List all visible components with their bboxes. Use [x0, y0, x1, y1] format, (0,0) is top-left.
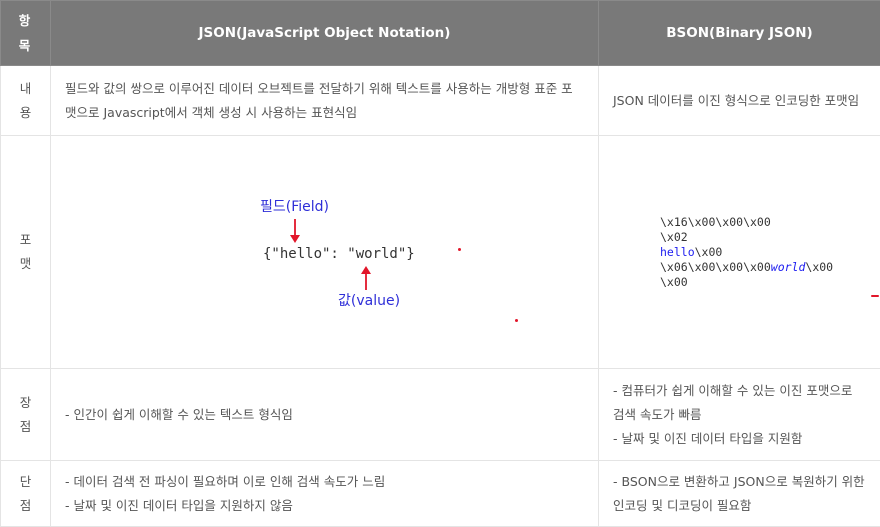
cons-bson: - BSON으로 변환하고 JSON으로 복원하기 위한 인코딩 및 디코딩이 …	[599, 461, 880, 527]
comparison-table: 항 목 JSON(JavaScript Object Notation) BSO…	[0, 0, 880, 527]
header-item: 항 목	[1, 1, 51, 66]
cons-json-line: - 날짜 및 이진 데이터 타입을 지원하지 않음	[65, 494, 584, 518]
cons-json: - 데이터 검색 전 파싱이 필요하며 이로 인해 검색 속도가 느림 - 날짜…	[51, 461, 599, 527]
cons-json-line: - 데이터 검색 전 파싱이 필요하며 이로 인해 검색 속도가 느림	[65, 470, 584, 494]
header-item-char-2: 목	[1, 33, 50, 58]
field-label: 필드(Field)	[260, 196, 329, 216]
red-dot	[458, 248, 461, 251]
header-row: 항 목 JSON(JavaScript Object Notation) BSO…	[1, 1, 880, 66]
pros-bson-line: - 날짜 및 이진 데이터 타입을 지원함	[613, 427, 866, 451]
bson-line: \x00	[660, 275, 833, 290]
row-label-cons: 단 점	[1, 461, 51, 527]
row-cons: 단 점 - 데이터 검색 전 파싱이 필요하며 이로 인해 검색 속도가 느림 …	[1, 461, 880, 527]
bson-line: hello\x00	[660, 245, 833, 260]
format-json: 필드(Field) {"hello": "world"} 값(value)	[51, 136, 599, 369]
bson-code: \x16\x00\x00\x00 \x02 hello\x00 \x06\x00…	[660, 215, 833, 290]
value-label: 값(value)	[338, 290, 400, 310]
pros-bson-line: - 컴퓨터가 쉽게 이해할 수 있는 이진 포맷으로 검색 속도가 빠름	[613, 379, 866, 427]
row-label-char: 용	[1, 101, 50, 125]
pros-json-line: - 인간이 쉽게 이해할 수 있는 텍스트 형식임	[65, 403, 584, 427]
row-format: 포 맷 필드(Field) {"hello": "world"} 값(value…	[1, 136, 880, 369]
row-label-char: 점	[1, 494, 50, 518]
bson-line: \x16\x00\x00\x00	[660, 215, 833, 230]
bson-bytes: \x00	[695, 245, 723, 259]
pros-json: - 인간이 쉽게 이해할 수 있는 텍스트 형식임	[51, 369, 599, 461]
content-json: 필드와 값의 쌍으로 이루어진 데이터 오브젝트를 전달하기 위해 텍스트를 사…	[51, 66, 599, 136]
header-item-char-1: 항	[1, 8, 50, 33]
cons-bson-line: - BSON으로 변환하고 JSON으로 복원하기 위한 인코딩 및 디코딩이 …	[613, 470, 866, 518]
row-pros: 장 점 - 인간이 쉽게 이해할 수 있는 텍스트 형식임 - 컴퓨터가 쉽게 …	[1, 369, 880, 461]
bson-line: \x02	[660, 230, 833, 245]
bson-bytes: \x06\x00\x00\x00	[660, 260, 771, 274]
header-json: JSON(JavaScript Object Notation)	[51, 1, 599, 66]
row-label-char: 단	[1, 470, 50, 494]
json-code: {"hello": "world"}	[263, 246, 415, 262]
row-label-content: 내 용	[1, 66, 51, 136]
red-dot	[515, 319, 518, 322]
pros-bson: - 컴퓨터가 쉽게 이해할 수 있는 이진 포맷으로 검색 속도가 빠름 - 날…	[599, 369, 880, 461]
row-label-pros: 장 점	[1, 369, 51, 461]
field-arrow-icon	[289, 218, 301, 244]
row-label-char: 내	[1, 77, 50, 101]
bson-line: \x06\x00\x00\x00world\x00	[660, 260, 833, 275]
red-mark	[871, 295, 879, 297]
value-arrow-icon	[360, 265, 372, 291]
row-label-format: 포 맷	[1, 136, 51, 369]
bson-key: hello	[660, 245, 695, 259]
bson-bytes: \x00	[805, 260, 833, 274]
format-bson: \x16\x00\x00\x00 \x02 hello\x00 \x06\x00…	[599, 136, 880, 369]
row-label-char: 맷	[1, 252, 50, 276]
header-bson: BSON(Binary JSON)	[599, 1, 880, 66]
row-content: 내 용 필드와 값의 쌍으로 이루어진 데이터 오브젝트를 전달하기 위해 텍스…	[1, 66, 880, 136]
row-label-char: 포	[1, 228, 50, 252]
content-bson: JSON 데이터를 이진 형식으로 인코딩한 포맷임	[599, 66, 880, 136]
row-label-char: 장	[1, 391, 50, 415]
row-label-char: 점	[1, 415, 50, 439]
bson-value: world	[771, 260, 806, 274]
